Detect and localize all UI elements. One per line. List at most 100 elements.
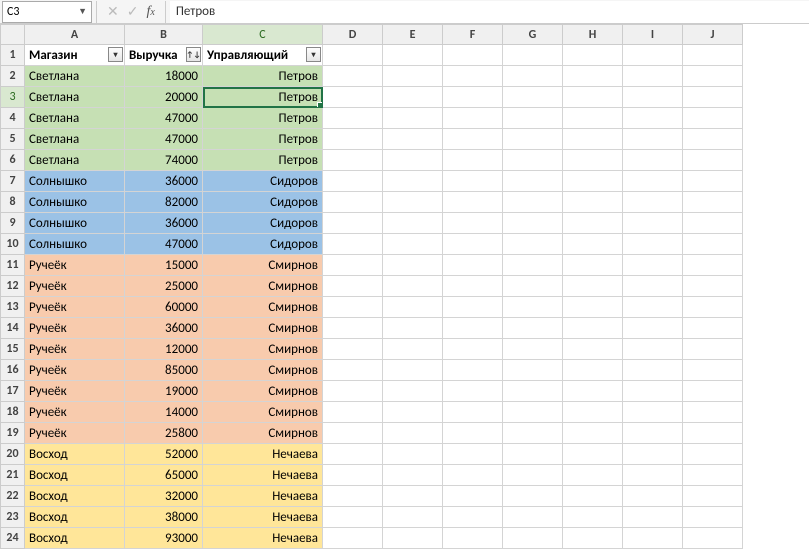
cell-G12[interactable] <box>503 276 563 297</box>
cell-I13[interactable] <box>623 297 683 318</box>
cell-B14[interactable]: 36000 <box>125 318 203 339</box>
cell-D9[interactable] <box>323 213 383 234</box>
cell-D2[interactable] <box>323 66 383 87</box>
cell-G4[interactable] <box>503 108 563 129</box>
cell-B13[interactable]: 60000 <box>125 297 203 318</box>
row-header-13[interactable]: 13 <box>1 297 25 318</box>
cell-C9[interactable]: Сидоров <box>203 213 323 234</box>
cell-A2[interactable]: Светлана <box>25 66 125 87</box>
cell-I24[interactable] <box>623 528 683 549</box>
cell-D18[interactable] <box>323 402 383 423</box>
row-header-12[interactable]: 12 <box>1 276 25 297</box>
cell-B17[interactable]: 19000 <box>125 381 203 402</box>
cell-C16[interactable]: Смирнов <box>203 360 323 381</box>
cell-H12[interactable] <box>563 276 623 297</box>
cell-D7[interactable] <box>323 171 383 192</box>
formula-input[interactable]: Петров <box>170 1 809 23</box>
cell-A12[interactable]: Ручеёк <box>25 276 125 297</box>
cell-J3[interactable] <box>683 87 743 108</box>
cell-G10[interactable] <box>503 234 563 255</box>
cell-E9[interactable] <box>383 213 443 234</box>
cell-A14[interactable]: Ручеёк <box>25 318 125 339</box>
cell-F2[interactable] <box>443 66 503 87</box>
cell-J20[interactable] <box>683 444 743 465</box>
cell-H1[interactable] <box>563 45 623 66</box>
cell-B12[interactable]: 25000 <box>125 276 203 297</box>
cell-C22[interactable]: Нечаева <box>203 486 323 507</box>
table-header-C[interactable]: Управляющий▾ <box>203 45 323 66</box>
cell-I23[interactable] <box>623 507 683 528</box>
cell-I2[interactable] <box>623 66 683 87</box>
cell-A6[interactable]: Светлана <box>25 150 125 171</box>
row-header-3[interactable]: 3 <box>1 87 25 108</box>
confirm-icon[interactable]: ✓ <box>127 3 139 20</box>
cell-A5[interactable]: Светлана <box>25 129 125 150</box>
column-header-G[interactable]: G <box>503 25 563 45</box>
row-header-9[interactable]: 9 <box>1 213 25 234</box>
cell-B20[interactable]: 52000 <box>125 444 203 465</box>
row-header-7[interactable]: 7 <box>1 171 25 192</box>
cell-G23[interactable] <box>503 507 563 528</box>
cell-D23[interactable] <box>323 507 383 528</box>
row-header-18[interactable]: 18 <box>1 402 25 423</box>
cell-C11[interactable]: Смирнов <box>203 255 323 276</box>
cell-D16[interactable] <box>323 360 383 381</box>
column-header-F[interactable]: F <box>443 25 503 45</box>
cell-H17[interactable] <box>563 381 623 402</box>
cell-A8[interactable]: Солнышко <box>25 192 125 213</box>
cell-I18[interactable] <box>623 402 683 423</box>
cell-B9[interactable]: 36000 <box>125 213 203 234</box>
cell-H15[interactable] <box>563 339 623 360</box>
cell-D17[interactable] <box>323 381 383 402</box>
cell-H11[interactable] <box>563 255 623 276</box>
cell-B7[interactable]: 36000 <box>125 171 203 192</box>
cell-F22[interactable] <box>443 486 503 507</box>
cell-A17[interactable]: Ручеёк <box>25 381 125 402</box>
cell-C10[interactable]: Сидоров <box>203 234 323 255</box>
name-box[interactable]: C3 ▼ <box>2 1 92 23</box>
row-header-19[interactable]: 19 <box>1 423 25 444</box>
cell-H19[interactable] <box>563 423 623 444</box>
cell-H5[interactable] <box>563 129 623 150</box>
cell-H24[interactable] <box>563 528 623 549</box>
cell-G24[interactable] <box>503 528 563 549</box>
cell-F14[interactable] <box>443 318 503 339</box>
cell-C20[interactable]: Нечаева <box>203 444 323 465</box>
cell-B3[interactable]: 20000 <box>125 87 203 108</box>
cell-I3[interactable] <box>623 87 683 108</box>
cell-I10[interactable] <box>623 234 683 255</box>
cell-H9[interactable] <box>563 213 623 234</box>
cell-E6[interactable] <box>383 150 443 171</box>
cell-J7[interactable] <box>683 171 743 192</box>
row-header-16[interactable]: 16 <box>1 360 25 381</box>
cell-I21[interactable] <box>623 465 683 486</box>
row-header-2[interactable]: 2 <box>1 66 25 87</box>
cell-F13[interactable] <box>443 297 503 318</box>
cell-J11[interactable] <box>683 255 743 276</box>
cell-B21[interactable]: 65000 <box>125 465 203 486</box>
row-header-20[interactable]: 20 <box>1 444 25 465</box>
cell-G17[interactable] <box>503 381 563 402</box>
cell-A16[interactable]: Ручеёк <box>25 360 125 381</box>
cell-B18[interactable]: 14000 <box>125 402 203 423</box>
cell-G13[interactable] <box>503 297 563 318</box>
cell-A19[interactable]: Ручеёк <box>25 423 125 444</box>
cell-F12[interactable] <box>443 276 503 297</box>
cell-G19[interactable] <box>503 423 563 444</box>
cell-A24[interactable]: Восход <box>25 528 125 549</box>
row-header-17[interactable]: 17 <box>1 381 25 402</box>
cell-D12[interactable] <box>323 276 383 297</box>
cell-G9[interactable] <box>503 213 563 234</box>
cell-J4[interactable] <box>683 108 743 129</box>
cell-C21[interactable]: Нечаева <box>203 465 323 486</box>
cell-E3[interactable] <box>383 87 443 108</box>
cell-H23[interactable] <box>563 507 623 528</box>
cell-E20[interactable] <box>383 444 443 465</box>
cell-A10[interactable]: Солнышко <box>25 234 125 255</box>
cell-I15[interactable] <box>623 339 683 360</box>
cell-J6[interactable] <box>683 150 743 171</box>
cell-A15[interactable]: Ручеёк <box>25 339 125 360</box>
cell-I22[interactable] <box>623 486 683 507</box>
column-header-H[interactable]: H <box>563 25 623 45</box>
cell-E23[interactable] <box>383 507 443 528</box>
